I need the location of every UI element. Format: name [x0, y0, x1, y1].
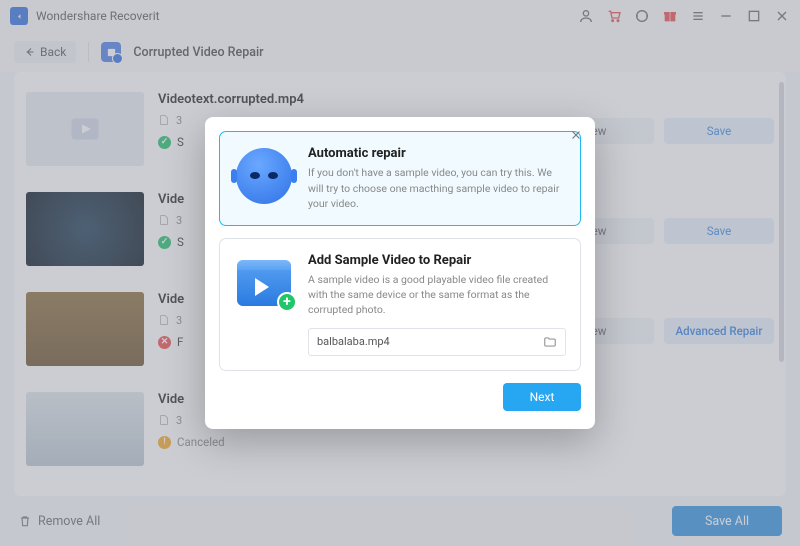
close-icon: [569, 128, 583, 142]
option-title: Add Sample Video to Repair: [308, 253, 566, 268]
robot-icon: [234, 146, 294, 206]
sample-video-path-value: balbalaba.mp4: [317, 335, 535, 348]
folder-icon[interactable]: [543, 335, 557, 349]
sample-video-path-input[interactable]: balbalaba.mp4: [308, 328, 566, 356]
modal-overlay: Automatic repair If you don't have a sam…: [0, 0, 800, 546]
next-button[interactable]: Next: [503, 383, 581, 411]
sample-video-icon: +: [234, 253, 294, 313]
repair-options-dialog: Automatic repair If you don't have a sam…: [205, 117, 595, 428]
option-automatic-repair[interactable]: Automatic repair If you don't have a sam…: [219, 131, 581, 226]
option-title: Automatic repair: [308, 146, 566, 161]
next-label: Next: [530, 390, 555, 404]
option-description: If you don't have a sample video, you ca…: [308, 165, 566, 211]
option-add-sample-video[interactable]: + Add Sample Video to Repair A sample vi…: [219, 238, 581, 371]
dialog-close-button[interactable]: [569, 127, 583, 146]
option-description: A sample video is a good playable video …: [308, 272, 566, 318]
